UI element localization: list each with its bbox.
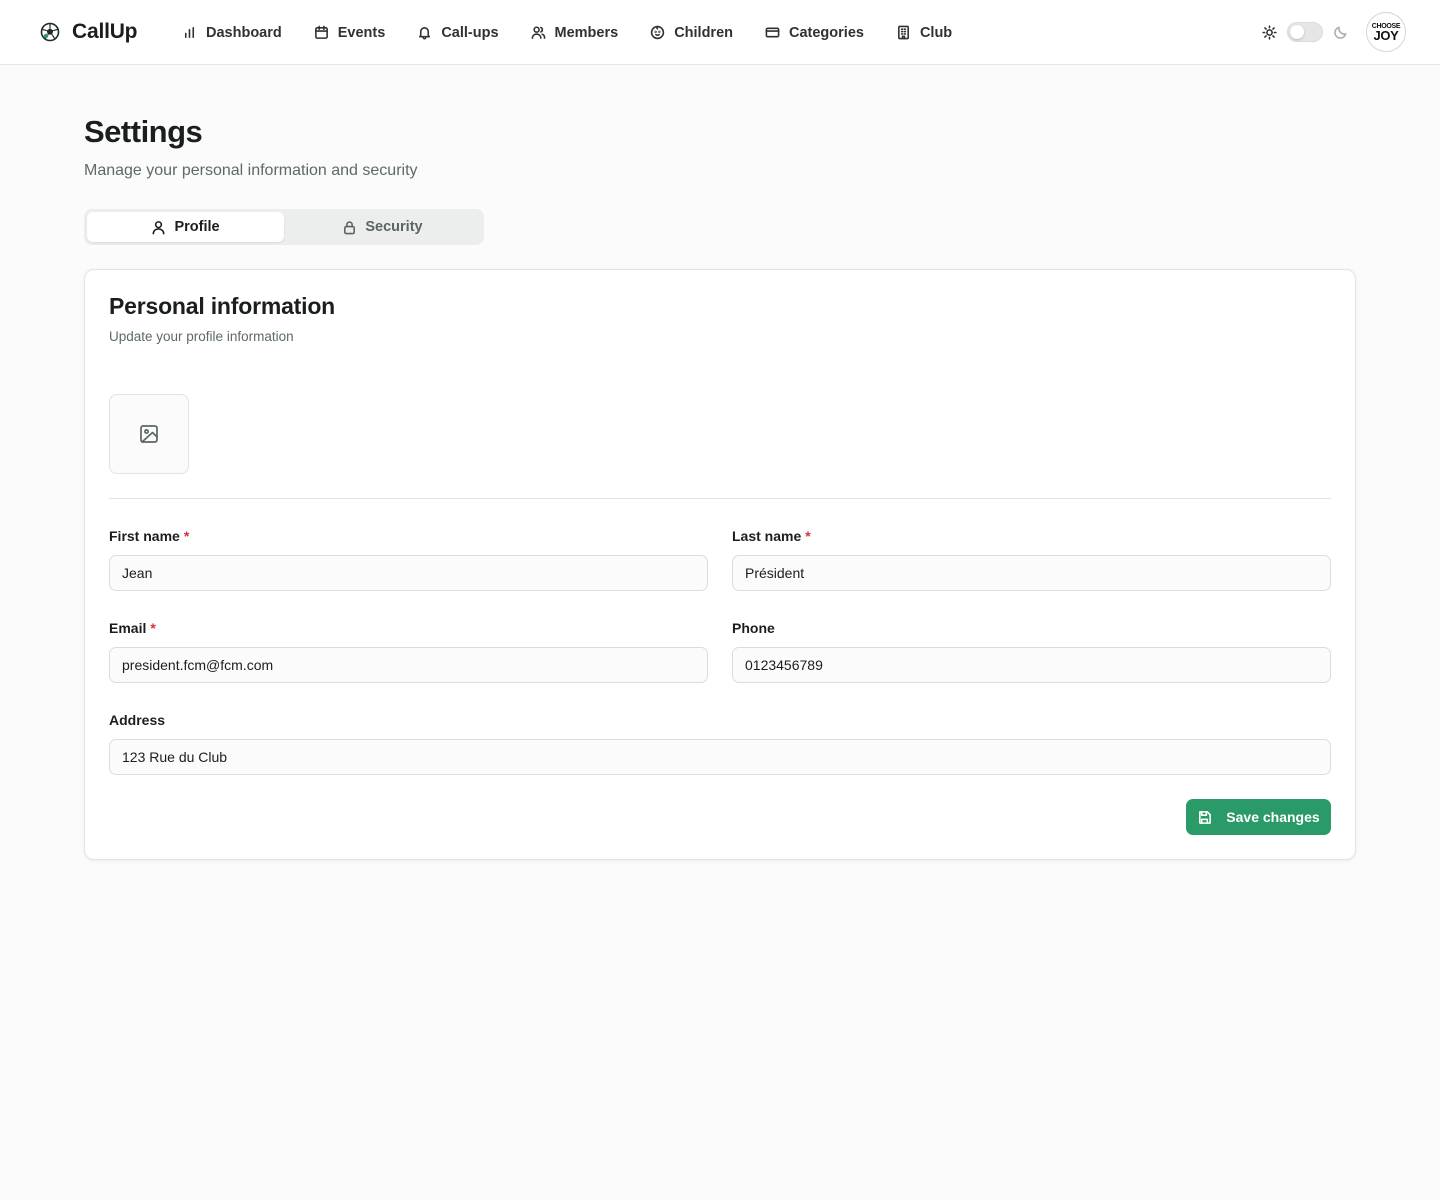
nav-item-dashboard[interactable]: Dashboard bbox=[166, 13, 298, 53]
address-label-text: Address bbox=[109, 712, 166, 728]
last-name-label: Last name * bbox=[732, 528, 811, 544]
main-nav: Dashboard Events Call-ups Members Childr… bbox=[166, 0, 968, 65]
top-navigation-bar: CallUp Dashboard Events Call-ups Members… bbox=[0, 0, 1440, 65]
personal-information-card: Personal information Update your profile… bbox=[84, 269, 1356, 860]
calendar-icon bbox=[314, 25, 328, 39]
nav-item-label: Dashboard bbox=[206, 24, 282, 41]
moon-icon bbox=[1333, 25, 1348, 40]
nav-item-members[interactable]: Members bbox=[515, 13, 635, 53]
address-label: Address bbox=[109, 712, 165, 728]
nav-item-label: Members bbox=[554, 24, 619, 41]
save-changes-button[interactable]: Save changes bbox=[1186, 799, 1331, 835]
first-name-label-text: First name bbox=[109, 528, 180, 544]
email-label-text: Email bbox=[109, 620, 147, 636]
tab-label: Profile bbox=[174, 219, 220, 235]
baby-icon bbox=[650, 25, 665, 40]
tab-security[interactable]: Security bbox=[284, 212, 481, 242]
nav-item-label: Events bbox=[337, 24, 386, 41]
image-icon bbox=[140, 425, 158, 443]
phone-label-text: Phone bbox=[732, 620, 775, 636]
save-button-label: Save changes bbox=[1226, 809, 1320, 825]
phone-label: Phone bbox=[732, 620, 775, 636]
building-icon bbox=[897, 25, 909, 40]
settings-tabs: Profile Security bbox=[84, 209, 484, 245]
address-field[interactable] bbox=[109, 739, 1331, 775]
required-mark: * bbox=[183, 528, 190, 544]
required-mark: * bbox=[805, 528, 811, 544]
last-name-label-text: Last name bbox=[732, 528, 802, 544]
users-icon bbox=[531, 26, 545, 39]
nav-item-label: Club bbox=[919, 24, 953, 41]
lock-icon bbox=[344, 220, 356, 234]
nav-item-categories[interactable]: Categories bbox=[749, 13, 880, 53]
phone-field[interactable] bbox=[732, 647, 1331, 683]
nav-item-label: Call-ups bbox=[441, 24, 499, 41]
last-name-field[interactable] bbox=[732, 555, 1331, 591]
brand[interactable]: CallUp bbox=[40, 20, 138, 44]
user-icon bbox=[152, 220, 165, 234]
first-name-field[interactable] bbox=[109, 555, 708, 591]
first-name-label: First name * bbox=[109, 528, 189, 544]
nav-item-label: Categories bbox=[789, 24, 864, 41]
page-subtitle: Manage your personal information and sec… bbox=[84, 162, 418, 179]
save-icon bbox=[1199, 810, 1212, 824]
avatar-text-bottom: JOY bbox=[1373, 27, 1399, 43]
card-subtitle: Update your profile information bbox=[109, 329, 294, 344]
tab-label: Security bbox=[365, 219, 423, 235]
toggle-knob bbox=[1290, 25, 1304, 39]
required-mark: * bbox=[150, 620, 156, 636]
card-icon bbox=[765, 27, 780, 38]
app-name: CallUp bbox=[72, 20, 138, 43]
nav-item-club[interactable]: Club bbox=[880, 13, 968, 53]
bar-chart-icon bbox=[184, 27, 195, 38]
avatar[interactable]: CHOOSE JOY bbox=[1366, 12, 1406, 52]
card-title: Personal information bbox=[109, 293, 336, 319]
divider bbox=[109, 498, 1331, 499]
nav-item-call-ups[interactable]: Call-ups bbox=[401, 13, 514, 53]
header-tools: CHOOSE JOY bbox=[1262, 12, 1406, 52]
email-label: Email * bbox=[109, 620, 156, 636]
tab-profile[interactable]: Profile bbox=[87, 212, 284, 242]
bell-icon bbox=[419, 27, 431, 40]
sun-icon bbox=[1262, 24, 1277, 40]
page-title: Settings bbox=[84, 114, 203, 149]
profile-photo-upload[interactable] bbox=[109, 394, 189, 474]
nav-item-label: Children bbox=[674, 24, 733, 41]
email-field[interactable] bbox=[109, 647, 708, 683]
nav-item-children[interactable]: Children bbox=[634, 13, 749, 53]
dark-mode-toggle[interactable] bbox=[1287, 22, 1323, 42]
nav-item-events[interactable]: Events bbox=[298, 13, 402, 53]
soccer-ball-icon bbox=[40, 22, 60, 42]
